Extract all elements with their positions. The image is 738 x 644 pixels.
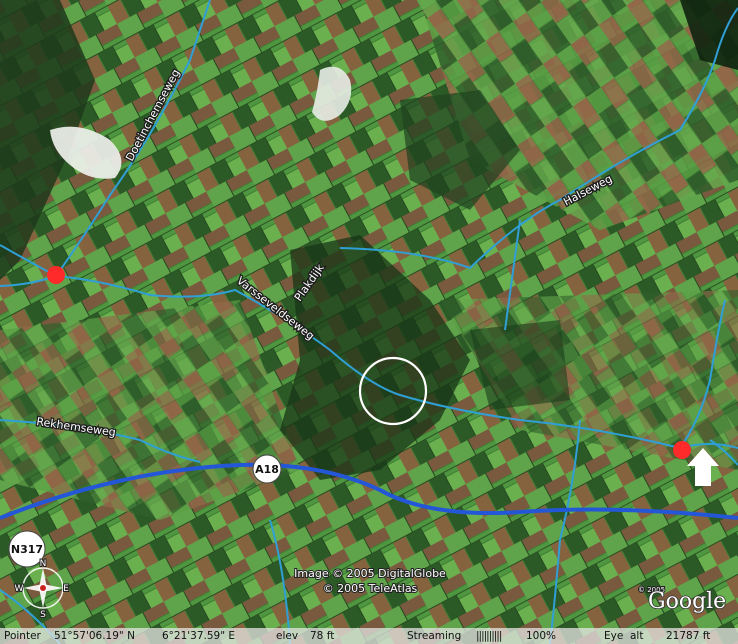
pointer-latitude: 51°57'06.19" N: [54, 630, 135, 642]
pointer-label: Pointer: [4, 630, 41, 642]
elevation-value: 78 ft: [310, 630, 335, 642]
eye-alt-value: 21787 ft: [666, 630, 711, 642]
eye-alt-label: Eye alt: [604, 630, 644, 642]
pointer-longitude: 6°21'37.59" E: [162, 630, 236, 642]
location-marker[interactable]: [47, 266, 65, 284]
compass-north: N: [40, 559, 47, 569]
atlas-credit: © 2005 TeleAtlas: [323, 582, 418, 595]
streaming-bar: ||||||||||: [476, 630, 502, 642]
svg-text:N317: N317: [11, 543, 43, 556]
compass-east: E: [63, 584, 69, 594]
image-credit: Image © 2005 DigitalGlobe: [294, 567, 446, 580]
status-bar: Pointer 51°57'06.19" N 6°21'37.59" E ele…: [0, 628, 738, 644]
compass-west: W: [15, 584, 24, 594]
google-logo: Google: [648, 589, 726, 614]
satellite-map[interactable]: Doetinchemseweg Halseweg Plakdijk Varsse…: [0, 0, 738, 644]
location-marker[interactable]: [673, 441, 691, 459]
elevation-label: elev: [276, 630, 299, 642]
streaming-percent: 100%: [526, 630, 557, 642]
map-canvas[interactable]: Doetinchemseweg Halseweg Plakdijk Varsse…: [0, 0, 738, 644]
streaming-label: Streaming: [407, 630, 462, 642]
compass-south: S: [40, 610, 46, 620]
highway-shield-a18: A18: [252, 454, 282, 484]
svg-text:A18: A18: [255, 463, 279, 476]
